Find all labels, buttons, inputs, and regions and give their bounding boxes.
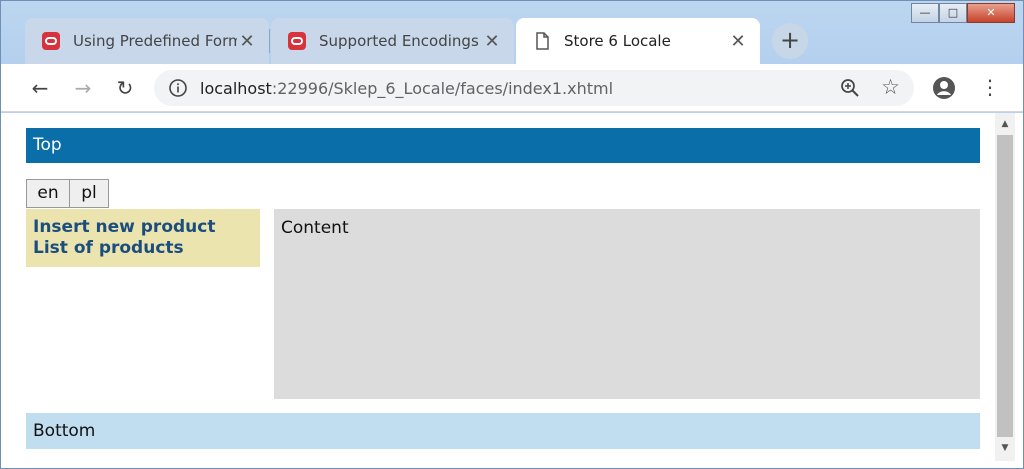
- tab-supported-encodings[interactable]: Supported Encodings ✕: [271, 18, 514, 64]
- lang-button-en[interactable]: en: [26, 179, 70, 208]
- url-path: :22996/Sklep_6_Locale/faces/index1.xhtml: [271, 78, 614, 98]
- scroll-down-arrow[interactable]: ▼: [995, 439, 1015, 457]
- tab-store-6-locale[interactable]: Store 6 Locale ✕: [516, 18, 760, 64]
- minimize-button[interactable]: —: [911, 3, 939, 23]
- browser-toolbar: ← → ↻ localhost:22996/Sklep_6_Locale/fac…: [1, 64, 1023, 112]
- scroll-up-arrow[interactable]: ▲: [995, 115, 1015, 133]
- tab-using-predefined-form[interactable]: Using Predefined Form ✕: [25, 18, 269, 64]
- forward-button[interactable]: →: [69, 74, 97, 102]
- zoom-icon[interactable]: [840, 78, 860, 98]
- document-icon: [536, 32, 549, 50]
- reload-button[interactable]: ↻: [111, 74, 139, 102]
- close-icon[interactable]: ✕: [728, 31, 748, 52]
- tab-strip: Using Predefined Form ✕ Supported Encodi…: [1, 1, 1023, 64]
- tab-title: Store 6 Locale: [564, 32, 671, 50]
- content-section: Content: [274, 209, 980, 399]
- list-of-products-link[interactable]: List of products: [33, 238, 253, 259]
- back-button[interactable]: ←: [26, 74, 54, 102]
- lang-button-pl[interactable]: pl: [69, 179, 109, 208]
- scrollbar-thumb[interactable]: [997, 135, 1013, 437]
- oracle-icon: [288, 32, 306, 50]
- menu-section: Insert new product List of products: [26, 209, 260, 267]
- close-window-button[interactable]: ✕: [967, 3, 1015, 23]
- close-icon[interactable]: ✕: [482, 31, 502, 52]
- browser-window: Using Predefined Form ✕ Supported Encodi…: [0, 0, 1024, 469]
- tab-title: Supported Encodings: [319, 32, 479, 50]
- insert-new-product-link[interactable]: Insert new product: [33, 217, 253, 238]
- info-icon[interactable]: [168, 78, 188, 98]
- bookmark-star-icon[interactable]: ☆: [881, 75, 900, 99]
- url-host: localhost: [200, 78, 272, 98]
- new-tab-button[interactable]: +: [772, 23, 808, 59]
- profile-icon[interactable]: [932, 76, 956, 100]
- top-section: Top: [26, 128, 980, 163]
- tab-title: Using Predefined Form: [73, 32, 237, 50]
- vertical-scrollbar[interactable]: ▲ ▼: [995, 113, 1015, 461]
- maximize-button[interactable]: □: [939, 3, 967, 23]
- close-icon[interactable]: ✕: [237, 31, 257, 52]
- address-bar[interactable]: localhost:22996/Sklep_6_Locale/faces/ind…: [154, 70, 914, 106]
- tab-separator: [269, 29, 270, 53]
- oracle-icon: [42, 32, 60, 50]
- url-text: localhost:22996/Sklep_6_Locale/faces/ind…: [200, 79, 613, 98]
- browser-menu-button[interactable]: ⋮: [980, 74, 1000, 100]
- page-viewport: Top en pl Insert new product List of pro…: [1, 113, 1023, 468]
- bottom-section: Bottom: [26, 413, 980, 449]
- window-controls: — □ ✕: [911, 3, 1015, 23]
